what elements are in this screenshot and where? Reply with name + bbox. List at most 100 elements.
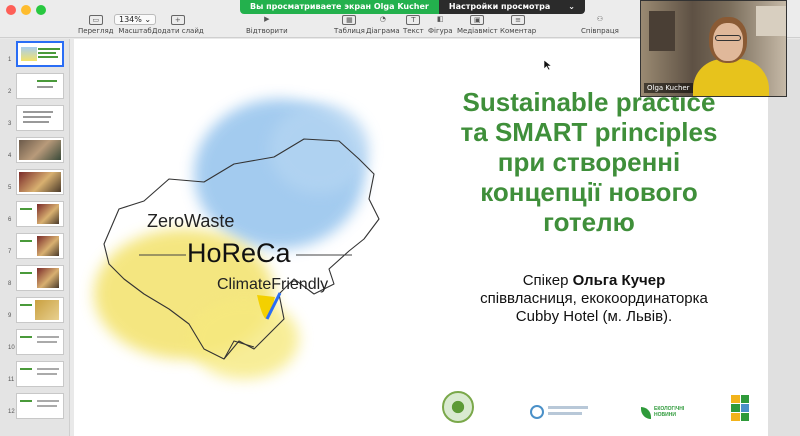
slide-number: 10 [8,345,15,351]
table-icon: ▦ [342,15,357,25]
slide-preview [16,41,64,67]
partner-logo-alliance [530,405,544,419]
slide-number: 3 [8,121,12,127]
collaborate-label: Співпраця [581,27,619,35]
collaborate-button[interactable]: ⚇ Співпраця [581,15,619,35]
slide-number: 11 [8,377,15,383]
slide-number: 9 [8,313,12,319]
leaf-icon [641,407,651,419]
close-window-icon[interactable] [6,5,16,15]
view-icon: ▭ [88,15,103,25]
ukraine-map-logo: ZeroWaste HoReCa ClimateFriendly [94,99,380,379]
zoom-value: 134% [119,15,142,24]
chart-button[interactable]: ◔ Діаграма [366,15,400,35]
slide-thumbnail-10[interactable]: 10 [0,327,70,357]
participant-video[interactable]: Olga Kucher [640,0,787,97]
slide-thumbnail-9[interactable]: 9 [0,295,70,325]
collaborate-icon: ⚇ [596,15,604,23]
slide-thumbnail-3[interactable]: 3 [0,103,70,133]
media-icon: ▣ [470,15,485,25]
participant-name: Olga Kucher [644,83,693,93]
minimize-window-icon[interactable] [21,5,31,15]
play-button[interactable]: ▶ Відтворити [246,15,288,35]
comment-icon: ≡ [511,15,526,25]
slide-number: 6 [8,217,12,223]
chevron-down-icon: ⌄ [568,2,575,11]
chart-label: Діаграма [366,27,400,35]
slide-preview [16,393,64,419]
slide-preview [16,73,64,99]
logo-climatefriendly: ClimateFriendly [217,276,328,293]
media-label: Медіавміст [457,27,498,35]
title-line: готелю [543,207,635,237]
logo-zerowaste: ZeroWaste [147,211,234,231]
add-slide-label: Додати слайд [152,27,204,35]
slide-thumbnail-6[interactable]: 6 [0,199,70,229]
speaker-line: Спікер Ольга Кучер [414,272,774,290]
title-line: при створенні [497,147,681,177]
window-controls [6,5,46,15]
slide-preview [16,201,64,227]
zoom-label: Масштаб [118,27,152,35]
screen-share-bar: Вы просматриваете экран Olga Kucher Наст… [240,0,585,14]
play-icon: ▶ [264,15,270,23]
partner-logo-alliance-text [548,406,588,409]
view-settings-label: Настройки просмотра [448,2,551,11]
slide-preview [16,233,64,259]
partner-logo-alliance-text [548,412,582,415]
slide-thumbnail-12[interactable]: 12 [0,391,70,421]
comment-label: Коментар [500,27,537,35]
table-button[interactable]: ▦ Таблиця [334,15,365,35]
title-line: концепції нового [480,177,698,207]
shape-icon: ◧ [436,15,444,23]
zoom-button[interactable]: 134% ⌄ Масштаб [114,14,157,35]
slide-number: 5 [8,185,12,191]
shape-label: Фігура [428,27,453,35]
slide-preview [16,361,64,387]
view-label: Перегляд [78,27,114,35]
zoom-select[interactable]: 134% ⌄ [114,14,157,25]
speaker-prefix: Спікер [522,272,573,289]
view-button[interactable]: ▭ Перегляд [78,15,114,35]
title-line: та SMART principles [460,117,718,147]
shape-button[interactable]: ◧ Фігура [428,15,453,35]
slide-number: 4 [8,153,12,159]
slide-number: 7 [8,249,12,255]
slide-thumbnail-5[interactable]: 5 [0,167,70,197]
slide-canvas[interactable]: ZeroWaste HoReCa ClimateFriendly Sustain… [71,39,768,436]
right-gutter [768,39,800,436]
speaker-org: Cubby Hotel (м. Львів). [515,308,673,325]
slide-thumbnail-4[interactable]: 4 [0,135,70,165]
partner-logo-blocks [731,395,749,421]
slide-preview [16,329,64,355]
slide-number: 12 [8,409,15,415]
add-slide-button[interactable]: + Додати слайд [152,15,204,35]
view-settings-button[interactable]: Настройки просмотра ⌄ [438,0,585,14]
slide-navigator: 1 2 3 4 5 6 7 8 9 10 11 12 [0,39,70,436]
slide-preview [16,297,64,323]
comment-button[interactable]: ≡ Коментар [500,15,536,35]
text-label: Текст [403,27,424,35]
current-slide[interactable]: ZeroWaste HoReCa ClimateFriendly Sustain… [74,39,768,436]
slide-thumbnail-11[interactable]: 11 [0,359,70,389]
media-button[interactable]: ▣ Медіавміст [457,15,498,35]
slide-thumbnail-1[interactable]: 1 [0,39,70,69]
slide-thumbnail-2[interactable]: 2 [0,71,70,101]
play-label: Відтворити [246,27,288,35]
slide-title: Sustainable practice та SMART principles… [424,87,754,237]
table-label: Таблиця [334,27,365,35]
speaker-name: Ольга Кучер [572,272,666,289]
slide-number: 1 [8,57,12,63]
text-button[interactable]: T Текст [403,15,424,35]
slide-thumbnail-8[interactable]: 8 [0,263,70,293]
slide-preview [16,137,64,163]
partner-logo-tree [442,391,474,423]
maximize-window-icon[interactable] [36,5,46,15]
slide-preview [16,265,64,291]
logo-horeca: HoReCa [187,238,292,268]
slide-preview [16,169,64,195]
speaker-role: співвласниця, екокоординаторка [480,290,708,307]
slide-thumbnail-7[interactable]: 7 [0,231,70,261]
chart-icon: ◔ [379,15,386,23]
slide-preview [16,105,64,131]
